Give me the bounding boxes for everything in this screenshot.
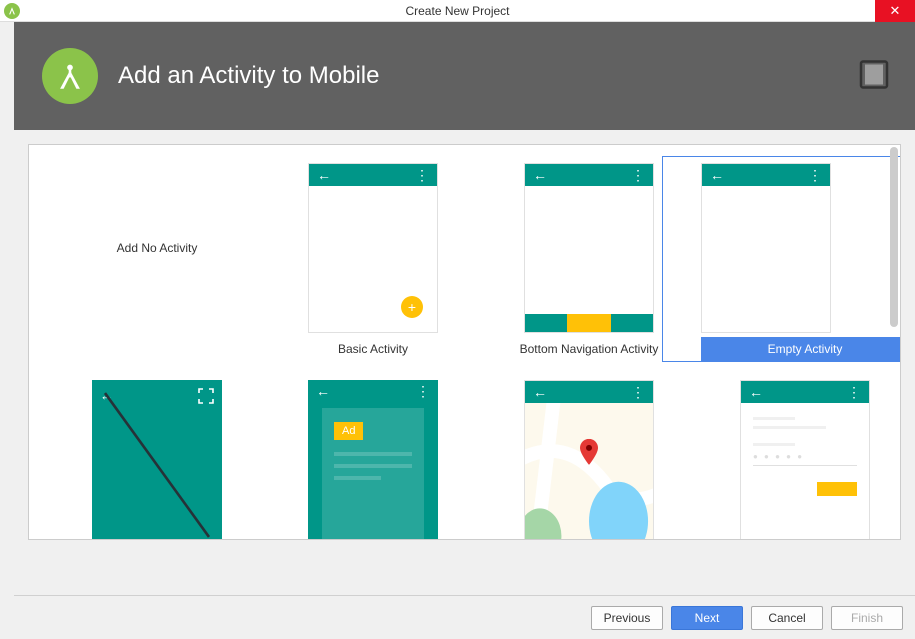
back-arrow-icon: ← — [749, 384, 763, 400]
fab-icon: + — [401, 296, 423, 318]
template-empty-activity[interactable]: ←⋮ Empty Activity — [701, 163, 901, 362]
previous-button[interactable]: Previous — [591, 606, 663, 630]
wizard-title: Add an Activity to Mobile — [118, 62, 379, 90]
titlebar: Create New Project ✕ — [0, 0, 915, 22]
close-icon: ✕ — [890, 3, 901, 19]
overflow-icon: ⋮ — [416, 388, 430, 394]
back-arrow-icon: ← — [533, 384, 547, 400]
template-thumb-empty: ←⋮ — [701, 163, 831, 333]
ad-badge-icon: Ad — [334, 422, 363, 440]
template-thumb-basic: ← ⋮ + — [308, 163, 438, 333]
overflow-icon: ⋮ — [808, 172, 822, 178]
map-pin-icon — [579, 439, 599, 468]
overflow-icon: ⋮ — [631, 172, 645, 178]
template-google-maps-activity[interactable]: ←⋮ — [485, 380, 693, 540]
scrollbar[interactable] — [890, 147, 898, 327]
template-thumb-fullscreen: ← — [92, 380, 222, 540]
template-admob-activity[interactable]: ← ⋮ Ad — [269, 380, 477, 540]
bottom-nav-icon — [525, 314, 653, 332]
cancel-button[interactable]: Cancel — [751, 606, 823, 630]
back-arrow-icon: ← — [317, 167, 331, 183]
finish-button: Finish — [831, 606, 903, 630]
next-button[interactable]: Next — [671, 606, 743, 630]
login-button-icon — [817, 482, 857, 496]
template-thumb-login: ←⋮ ● ● ● ● ● — [740, 380, 870, 540]
window-title: Create New Project — [0, 4, 915, 18]
template-fullscreen-activity[interactable]: ← — [53, 380, 261, 540]
template-label: Basic Activity — [338, 342, 408, 356]
template-thumb-admob: ← ⋮ Ad — [308, 380, 438, 540]
wizard-footer: Previous Next Cancel Finish — [14, 595, 915, 639]
overflow-icon: ⋮ — [415, 172, 429, 178]
back-arrow-icon: ← — [710, 167, 724, 183]
template-login-activity[interactable]: ←⋮ ● ● ● ● ● — [701, 380, 901, 540]
phone-device-icon — [835, 60, 895, 93]
template-thumb-maps: ←⋮ — [524, 380, 654, 540]
wizard-header: Add an Activity to Mobile — [14, 22, 915, 130]
template-label: Empty Activity — [768, 342, 843, 356]
template-label: Add No Activity — [117, 241, 198, 255]
overflow-icon: ⋮ — [631, 389, 645, 395]
window-close-button[interactable]: ✕ — [875, 0, 915, 22]
back-arrow-icon: ← — [316, 383, 330, 399]
template-add-no-activity[interactable]: Add No Activity — [53, 163, 261, 362]
back-arrow-icon: ← — [533, 167, 547, 183]
template-thumb-bottomnav: ←⋮ — [524, 163, 654, 333]
template-label: Bottom Navigation Activity — [520, 342, 659, 356]
template-gallery: Add No Activity ←⋮ + Basic Activity ←⋮ B… — [28, 144, 901, 540]
android-studio-logo-icon — [42, 48, 98, 104]
overflow-icon: ⋮ — [847, 389, 861, 395]
template-basic-activity[interactable]: ← ⋮ + Basic Activity — [269, 163, 477, 362]
